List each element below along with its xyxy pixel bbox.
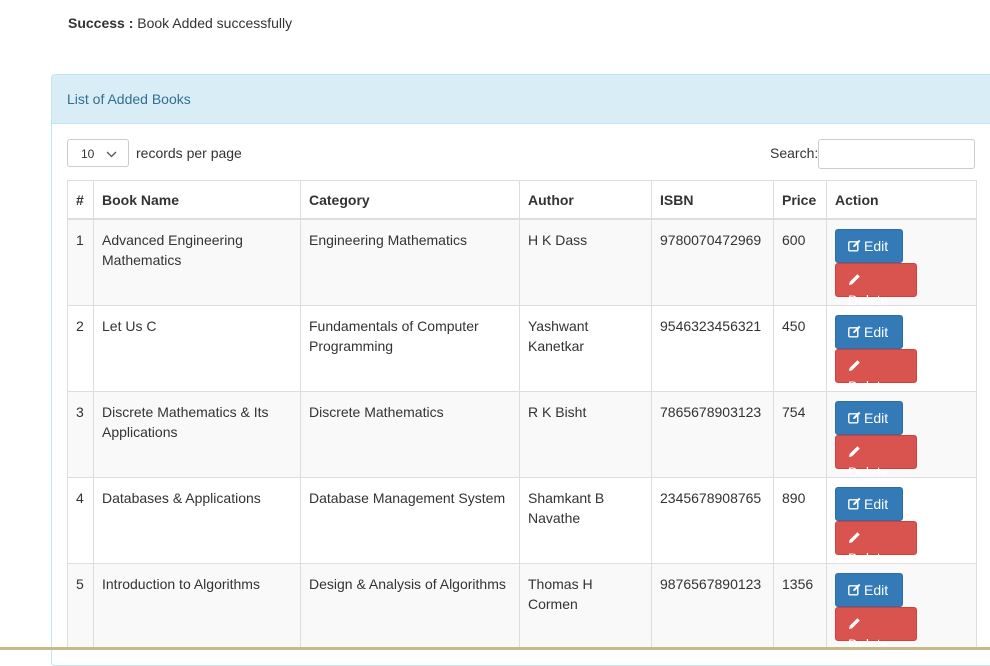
cell-book-name: Introduction to Algorithms [93,563,301,650]
cell-action: Edit Delete [826,563,977,652]
cell-category: Database Management System [300,477,520,564]
pencil-icon [848,273,861,286]
edit-icon [848,239,861,252]
cell-action: Edit Delete [826,305,977,394]
page-length-select[interactable]: 10 [67,139,129,167]
cell-num: 5 [67,563,94,650]
cell-book-name: Databases & Applications [93,477,301,564]
delete-button[interactable]: Delete [835,349,917,394]
cell-author: Thomas H Cormen [519,563,652,650]
table-header-row: # Book Name Category Author ISBN Price A… [67,180,977,220]
edit-icon [848,497,861,510]
edit-button[interactable]: Edit [835,315,903,349]
cell-author: Yashwant Kanetkar [519,305,652,392]
pencil-icon [848,531,861,544]
edit-icon [848,325,861,338]
cell-book-name: Let Us C [93,305,301,392]
cell-price: 600 [773,218,827,306]
cell-book-name: Discrete Mathematics & Its Applications [93,391,301,478]
cell-isbn: 9780070472969 [651,218,774,306]
cell-category: Discrete Mathematics [300,391,520,478]
cell-price: 450 [773,305,827,392]
cell-isbn: 9546323456321 [651,305,774,392]
success-alert: Success : Book Added successfully [68,15,292,31]
delete-button[interactable]: Delete [835,521,917,566]
edit-icon [848,411,861,424]
books-panel: List of Added Books 10 records per page … [51,74,990,666]
edit-button[interactable]: Edit [835,401,903,435]
edit-icon [848,583,861,596]
table-row: 3 Discrete Mathematics & Its Application… [67,391,977,480]
table-controls: 10 records per page Search: [67,139,977,171]
cell-author: H K Dass [519,218,652,306]
pencil-icon [848,617,861,630]
pencil-icon [848,359,861,372]
cell-category: Engineering Mathematics [300,218,520,306]
column-header-price[interactable]: Price [773,180,827,220]
alert-label: Success : [68,15,134,31]
edit-button[interactable]: Edit [835,573,903,607]
table-row: 1 Advanced Engineering Mathematics Engin… [67,218,977,308]
cell-action: Edit Delete [826,218,977,308]
cell-book-name: Advanced Engineering Mathematics [93,218,301,306]
table-row: 2 Let Us C Fundamentals of Computer Prog… [67,305,977,394]
edit-label: Edit [864,496,889,512]
edit-label: Edit [864,238,889,254]
delete-button[interactable]: Delete [835,607,917,652]
cell-author: R K Bisht [519,391,652,478]
delete-label: Delete [848,550,889,566]
column-header-book-name[interactable]: Book Name [93,180,301,220]
alert-message: Book Added successfully [137,15,293,31]
delete-label: Delete [848,464,889,480]
cell-price: 890 [773,477,827,564]
pencil-icon [848,445,861,458]
delete-button[interactable]: Delete [835,263,917,308]
cell-num: 1 [67,218,94,306]
column-header-num[interactable]: # [67,180,94,220]
column-header-action: Action [826,180,977,220]
cell-price: 1356 [773,563,827,650]
search-input[interactable] [818,139,975,169]
column-header-category[interactable]: Category [300,180,520,220]
delete-label: Delete [848,378,889,394]
cell-isbn: 2345678908765 [651,477,774,564]
search-label: Search: [770,145,819,161]
edit-button[interactable]: Edit [835,487,903,521]
books-table: # Book Name Category Author ISBN Price A… [67,180,977,652]
cell-isbn: 7865678903123 [651,391,774,478]
cell-category: Design & Analysis of Algorithms [300,563,520,650]
cell-category: Fundamentals of Computer Programming [300,305,520,392]
cell-isbn: 9876567890123 [651,563,774,650]
cell-author: Shamkant B Navathe [519,477,652,564]
cell-action: Edit Delete [826,391,977,480]
delete-button[interactable]: Delete [835,435,917,480]
cell-action: Edit Delete [826,477,977,566]
panel-title: List of Added Books [52,75,990,124]
table-row: 4 Databases & Applications Database Mana… [67,477,977,566]
column-header-author[interactable]: Author [519,180,652,220]
page-length-label: records per page [136,145,242,161]
edit-label: Edit [864,582,889,598]
cell-num: 2 [67,305,94,392]
cell-price: 754 [773,391,827,478]
edit-button[interactable]: Edit [835,229,903,263]
cell-num: 4 [67,477,94,564]
table-row: 5 Introduction to Algorithms Design & An… [67,563,977,652]
edit-label: Edit [864,324,889,340]
edit-label: Edit [864,410,889,426]
column-header-isbn[interactable]: ISBN [651,180,774,220]
chevron-down-icon [106,140,117,179]
page-length-value: 10 [81,147,95,161]
delete-label: Delete [848,292,889,308]
cell-num: 3 [67,391,94,478]
